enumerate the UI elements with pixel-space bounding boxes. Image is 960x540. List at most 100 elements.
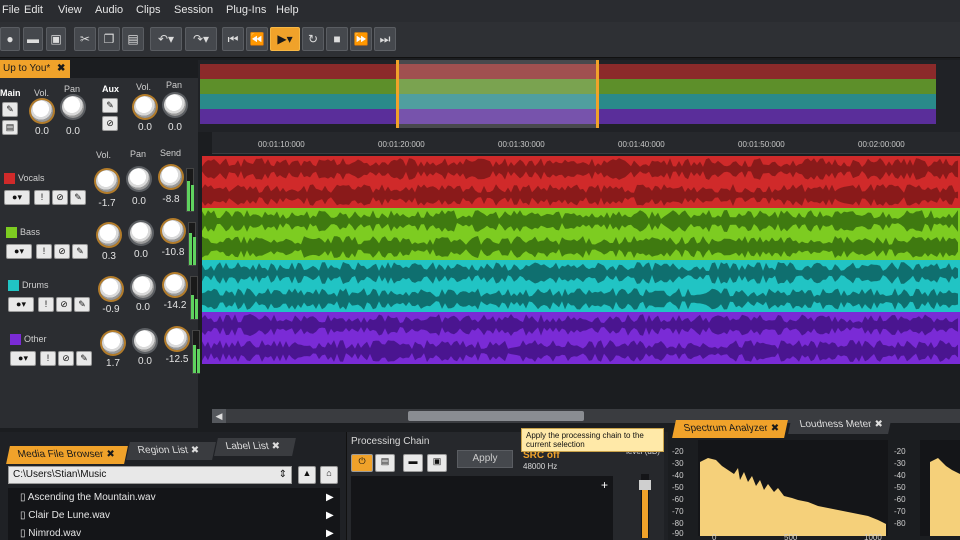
drums-vol-knob[interactable] bbox=[100, 278, 122, 300]
list-item[interactable]: ▯ Clair De Lune.wav bbox=[20, 510, 110, 521]
add-effect-icon[interactable]: + bbox=[601, 478, 608, 492]
record-icon[interactable]: ●▾ bbox=[6, 244, 32, 259]
menu-file[interactable]: File bbox=[2, 4, 20, 16]
play-file-icon[interactable]: ▶ bbox=[326, 510, 334, 521]
mute-icon[interactable]: ⊘ bbox=[58, 351, 74, 366]
menu-help[interactable]: Help bbox=[276, 4, 299, 16]
session-overview[interactable] bbox=[198, 60, 960, 132]
save-icon[interactable]: ▣ bbox=[46, 27, 66, 51]
close-icon[interactable]: ✖ bbox=[57, 63, 65, 74]
clipboard-icon[interactable]: ▤ bbox=[375, 454, 395, 472]
other-send-knob[interactable] bbox=[166, 328, 188, 350]
view-start-marker[interactable] bbox=[396, 60, 399, 128]
record-icon[interactable]: ●▾ bbox=[4, 190, 30, 205]
drums-pan-knob[interactable] bbox=[132, 276, 154, 298]
copy-icon[interactable]: ❐ bbox=[98, 27, 120, 51]
main-vol-knob[interactable] bbox=[31, 100, 53, 122]
slider-handle[interactable] bbox=[639, 480, 651, 490]
menu-audio[interactable]: Audio bbox=[95, 4, 123, 16]
open-folder-icon[interactable]: ▬ bbox=[403, 454, 423, 472]
tab-media-file-browser[interactable]: Media File Browser ✖ bbox=[6, 446, 128, 464]
fast-forward-icon[interactable]: ⏩ bbox=[350, 27, 372, 51]
tab-loudness-meter[interactable]: Loudness Meter ✖ bbox=[788, 416, 892, 434]
main-pan-knob[interactable] bbox=[62, 96, 84, 118]
bass-vol-knob[interactable] bbox=[98, 224, 120, 246]
go-to-start-icon[interactable]: ⏮ bbox=[222, 27, 244, 51]
paste-icon[interactable]: ▤ bbox=[122, 27, 144, 51]
solo-icon[interactable]: ! bbox=[38, 297, 54, 312]
play-icon[interactable]: ▶▾ bbox=[270, 27, 300, 51]
menu-edit[interactable]: Edit bbox=[24, 4, 43, 16]
vocals-pan-knob[interactable] bbox=[128, 168, 150, 190]
list-item[interactable]: ▯ Nimrod.wav bbox=[20, 528, 81, 539]
rewind-icon[interactable]: ⏪ bbox=[246, 27, 268, 51]
output-level-slider[interactable] bbox=[639, 474, 651, 538]
main-fx-icon[interactable]: ✎ bbox=[2, 102, 18, 117]
list-item[interactable]: ▯ Ascending the Mountain.wav bbox=[20, 492, 156, 503]
solo-icon[interactable]: ! bbox=[40, 351, 56, 366]
menu-plugins[interactable]: Plug-Ins bbox=[226, 4, 266, 16]
tab-label: Loudness Meter bbox=[798, 419, 873, 430]
stop-icon[interactable]: ■ bbox=[326, 27, 348, 51]
other-pan-knob[interactable] bbox=[134, 330, 156, 352]
track-name-bass[interactable]: Bass bbox=[20, 227, 40, 237]
drums-send-knob[interactable] bbox=[164, 274, 186, 296]
project-tab[interactable]: Up to You* ✖ bbox=[0, 60, 70, 78]
tab-region-list[interactable]: Region List ✖ bbox=[126, 442, 216, 460]
record-icon[interactable]: ●▾ bbox=[8, 297, 34, 312]
bass-send-knob[interactable] bbox=[162, 220, 184, 242]
open-icon[interactable]: ▬ bbox=[23, 27, 43, 51]
fx-icon[interactable]: ✎ bbox=[74, 297, 90, 312]
fx-icon[interactable]: ✎ bbox=[76, 351, 92, 366]
tab-spectrum-analyzer[interactable]: Spectrum Analyzer ✖ bbox=[672, 420, 788, 438]
scroll-thumb[interactable] bbox=[408, 411, 584, 421]
fx-icon[interactable]: ✎ bbox=[72, 244, 88, 259]
track-lane-other[interactable] bbox=[202, 312, 960, 364]
record-icon[interactable]: ●▾ bbox=[10, 351, 36, 366]
aux-fx-icon[interactable]: ✎ bbox=[102, 98, 118, 113]
redo-icon[interactable]: ↷▾ bbox=[185, 27, 217, 51]
mute-icon[interactable]: ⊘ bbox=[56, 297, 72, 312]
processing-chain-list[interactable]: + bbox=[351, 476, 613, 540]
go-to-end-icon[interactable]: ⏭ bbox=[374, 27, 396, 51]
tab-label-list[interactable]: Label List ✖ bbox=[214, 438, 296, 456]
vocals-vol-knob[interactable] bbox=[96, 170, 118, 192]
home-icon[interactable]: ⌂ bbox=[320, 466, 338, 484]
view-selection[interactable] bbox=[398, 60, 598, 128]
mute-icon[interactable]: ⊘ bbox=[54, 244, 70, 259]
apply-button[interactable]: Apply bbox=[457, 450, 513, 468]
fx-icon[interactable]: ✎ bbox=[70, 190, 86, 205]
path-select[interactable]: C:\Users\Stian\Music ⇕ bbox=[8, 466, 292, 484]
power-icon[interactable]: ⏻ bbox=[351, 454, 373, 472]
menu-clips[interactable]: Clips bbox=[136, 4, 160, 16]
vocals-send-knob[interactable] bbox=[160, 166, 182, 188]
play-file-icon[interactable]: ▶ bbox=[326, 528, 334, 539]
bass-pan-knob[interactable] bbox=[130, 222, 152, 244]
timeline-ruler[interactable]: 00:01:10:000 00:01:20:000 00:01:30:000 0… bbox=[212, 132, 960, 154]
solo-icon[interactable]: ! bbox=[34, 190, 50, 205]
folder-up-icon[interactable]: ▲ bbox=[298, 466, 316, 484]
save-icon[interactable]: ▣ bbox=[427, 454, 447, 472]
menu-session[interactable]: Session bbox=[174, 4, 213, 16]
main-clipboard-icon[interactable]: ▤ bbox=[2, 120, 18, 135]
track-name-vocals[interactable]: Vocals bbox=[18, 173, 45, 183]
aux-vol-knob[interactable] bbox=[134, 96, 156, 118]
aux-mute-icon[interactable]: ⊘ bbox=[102, 116, 118, 131]
other-vol-knob[interactable] bbox=[102, 332, 124, 354]
undo-icon[interactable]: ↶▾ bbox=[150, 27, 182, 51]
aux-pan-knob[interactable] bbox=[164, 94, 186, 116]
new-icon[interactable]: ● bbox=[0, 27, 20, 51]
view-end-marker[interactable] bbox=[596, 60, 599, 128]
scroll-left-icon[interactable]: ◀ bbox=[212, 409, 226, 423]
track-name-drums[interactable]: Drums bbox=[22, 280, 49, 290]
track-name-other[interactable]: Other bbox=[24, 334, 47, 344]
cut-icon[interactable]: ✂ bbox=[74, 27, 96, 51]
track-lane-bass[interactable] bbox=[202, 208, 960, 260]
track-lane-drums[interactable] bbox=[202, 260, 960, 312]
loop-icon[interactable]: ↻ bbox=[302, 27, 324, 51]
track-lane-vocals[interactable] bbox=[202, 156, 960, 208]
mute-icon[interactable]: ⊘ bbox=[52, 190, 68, 205]
play-file-icon[interactable]: ▶ bbox=[326, 492, 334, 503]
menu-view[interactable]: View bbox=[58, 4, 82, 16]
solo-icon[interactable]: ! bbox=[36, 244, 52, 259]
